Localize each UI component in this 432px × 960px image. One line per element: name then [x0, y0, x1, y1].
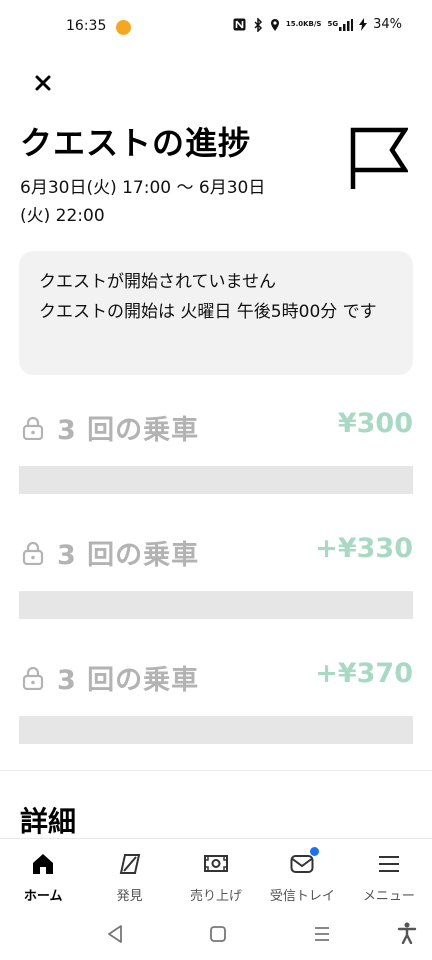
notice-line-1: クエストが開始されていません — [39, 272, 276, 292]
nav-label: ホーム — [23, 889, 63, 904]
nav-label: 売り上げ — [190, 889, 243, 904]
status-bar: 16:35 15.0 KB/S 5G 34% — [0, 0, 432, 56]
nav-label: 発見 — [116, 889, 143, 904]
lock-icon — [22, 416, 44, 444]
bluetooth-icon — [252, 17, 264, 32]
notice-line-2: クエストの開始は 火曜日 午後5時00分 です — [39, 302, 377, 322]
tier-reward: ¥300 — [337, 408, 413, 439]
location-icon — [270, 18, 280, 32]
nav-menu[interactable]: メニュー — [346, 839, 432, 910]
lock-icon — [22, 666, 44, 694]
home-icon — [30, 851, 56, 877]
system-nav-bar — [0, 910, 432, 960]
lock-icon — [22, 541, 44, 569]
quest-tier: 3 回の乗車 ¥300 — [19, 408, 413, 494]
compass-icon — [117, 851, 143, 877]
earnings-icon — [203, 851, 229, 877]
accessibility-icon[interactable] — [397, 922, 417, 948]
section-divider — [0, 770, 432, 771]
tier-progress-bar — [19, 591, 413, 619]
back-icon[interactable] — [106, 924, 124, 948]
nav-inbox[interactable]: 受信トレイ — [259, 839, 345, 910]
quest-tier: 3 回の乗車 +¥370 — [19, 658, 413, 744]
nav-label: メニュー — [362, 889, 415, 904]
nfc-icon — [233, 18, 246, 31]
quest-tier: 3 回の乗車 +¥330 — [19, 533, 413, 619]
tier-reward: +¥370 — [315, 658, 413, 689]
tier-label: 3 回の乗車 — [57, 540, 200, 571]
recents-icon[interactable] — [313, 926, 331, 946]
tier-label: 3 回の乗車 — [57, 665, 200, 696]
charging-icon — [359, 18, 368, 31]
date-range: 6月30日(火) 17:00 〜 6月30日(火) 22:00 — [20, 178, 266, 226]
network-speed: 15.0 KB/S — [285, 20, 322, 28]
tier-reward: +¥330 — [315, 533, 413, 564]
nav-discover[interactable]: 発見 — [86, 839, 172, 910]
signal-icon: 5G — [327, 18, 354, 31]
details-heading: 詳細 — [20, 805, 77, 838]
nav-home[interactable]: ホーム — [0, 839, 86, 910]
status-icons: 15.0 KB/S 5G 34% — [233, 17, 402, 32]
app-notification-icon — [116, 20, 131, 35]
tier-progress-bar — [19, 716, 413, 744]
menu-icon — [376, 851, 402, 877]
quest-not-started-notice: クエストが開始されていません クエストの開始は 火曜日 午後5時00分 です — [19, 251, 413, 375]
notification-dot — [310, 847, 320, 856]
tier-progress-bar — [19, 466, 413, 494]
battery-level: 34% — [373, 17, 402, 32]
nav-label: 受信トレイ — [269, 889, 335, 904]
close-button[interactable] — [30, 70, 56, 96]
nav-earnings[interactable]: 売り上げ — [173, 839, 259, 910]
page-title: クエストの進捗 — [20, 124, 252, 162]
close-icon — [35, 75, 51, 91]
bottom-nav: ホーム 発見 売り上げ 受信トレイ メニュー — [0, 838, 432, 910]
status-time: 16:35 — [66, 18, 107, 34]
home-button-icon[interactable] — [209, 925, 227, 947]
tier-label: 3 回の乗車 — [57, 415, 200, 446]
inbox-icon — [289, 847, 320, 877]
flag-icon — [348, 126, 410, 194]
